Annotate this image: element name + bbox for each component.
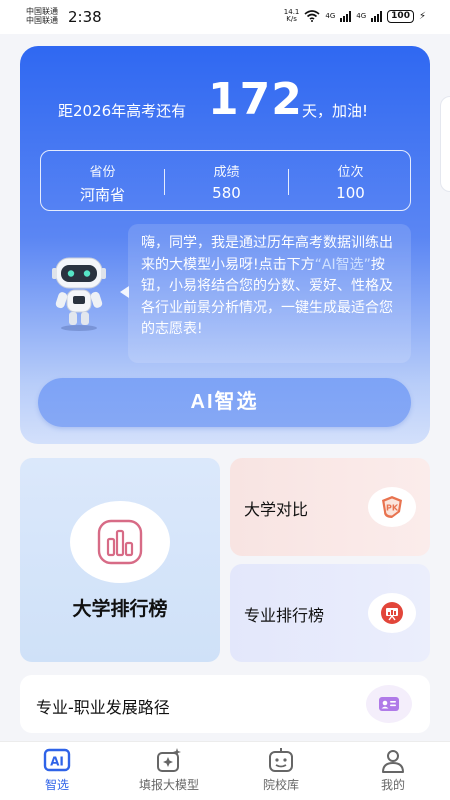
countdown-days: 172: [208, 74, 303, 125]
signal-1-icon: [340, 10, 352, 22]
rank-label: 位次: [337, 165, 364, 180]
wifi-icon: [304, 10, 320, 22]
nav-filling-model[interactable]: 填报大模型: [124, 746, 214, 793]
id-card-icon: [379, 697, 399, 711]
compare-icon-badge: PK: [368, 487, 416, 527]
nav-label: 填报大模型: [138, 778, 199, 792]
exam-countdown: 距2026年高考还有 172 天，加油!: [20, 74, 430, 134]
clock: 2:38: [68, 8, 102, 26]
score-stat: 成绩 580: [165, 151, 288, 212]
pk-shield-icon: PK: [382, 496, 402, 518]
message-highlight: “AI智选”: [314, 256, 371, 273]
carrier-names: 中国联通 中国联通: [26, 7, 58, 25]
carrier-2: 中国联通: [26, 16, 58, 25]
career-path-label: 专业-职业发展路径: [36, 698, 170, 717]
nav-profile[interactable]: 我的: [348, 746, 438, 793]
nav-label: 智选: [44, 778, 69, 792]
person-icon: [382, 750, 404, 773]
bottom-navigation: AI 智选 填报大模型 院校库 我的: [0, 741, 450, 800]
signal-1-label: 4G: [325, 12, 336, 20]
charging-icon: ⚡: [418, 10, 426, 22]
robot-face-icon: [269, 748, 293, 772]
countdown-prefix: 距2026年高考还有: [58, 102, 187, 120]
robot-mascot-icon: [52, 257, 106, 331]
university-ranking-card[interactable]: 大学排行榜: [20, 458, 220, 662]
nav-label: 我的: [380, 778, 405, 792]
nav-label: 院校库: [262, 778, 299, 792]
nav-smart-select[interactable]: AI 智选: [12, 746, 102, 793]
major-ranking-card[interactable]: 专业排行榜: [230, 564, 430, 662]
career-path-card[interactable]: 专业-职业发展路径: [20, 675, 430, 733]
score-value: 580: [212, 184, 241, 202]
university-compare-label: 大学对比: [244, 500, 309, 519]
side-drawer-handle[interactable]: [440, 96, 450, 192]
province-label: 省份: [89, 165, 116, 180]
status-bar: 中国联通 中国联通 2:38 14.1 K/s 4G 4G 100 ⚡: [0, 0, 450, 34]
signal-2-label: 4G: [356, 12, 367, 20]
rank-stat: 位次 100: [289, 151, 412, 212]
net-speed-unit: K/s: [286, 15, 297, 23]
carrier-1: 中国联通: [26, 7, 58, 16]
ranking-icon-badge: [70, 501, 170, 583]
major-ranking-label: 专业排行榜: [244, 606, 325, 625]
province-stat: 省份 河南省: [41, 151, 164, 212]
rank-value: 100: [336, 184, 365, 202]
score-summary[interactable]: 省份 河南省 成绩 580 位次 100: [40, 150, 411, 211]
countdown-suffix: 天，加油!: [302, 102, 369, 120]
ai-icon: AI: [43, 748, 71, 772]
bar-chart-icon: [97, 519, 143, 565]
hero-card: 距2026年高考还有 172 天，加油! 省份 河南省 成绩 580 位次 10…: [20, 46, 430, 444]
presentation-board-icon: [381, 602, 403, 624]
province-value: 河南省: [79, 186, 125, 204]
ai-select-button[interactable]: AI智选: [38, 378, 411, 427]
nav-college-library[interactable]: 院校库: [236, 746, 326, 793]
career-icon-badge: [366, 685, 412, 723]
status-icons: 14.1 K/s 4G 4G 100 ⚡: [284, 9, 426, 23]
university-compare-card[interactable]: 大学对比 PK: [230, 458, 430, 556]
net-speed: 14.1 K/s: [284, 9, 300, 23]
university-ranking-label: 大学排行榜: [72, 598, 168, 620]
ai-icon-text: AI: [50, 755, 64, 769]
sparkle-icon: [157, 748, 181, 772]
score-label: 成绩: [213, 165, 240, 180]
pk-icon-text: PK: [386, 504, 399, 513]
major-icon-badge: [368, 593, 416, 633]
signal-2-icon: [371, 10, 383, 22]
battery-icon: 100: [387, 9, 414, 23]
assistant-message: 嗨，同学，我是通过历年高考数据训练出来的大模型小易呀!点击下方“AI智选”按钮，…: [128, 224, 411, 363]
